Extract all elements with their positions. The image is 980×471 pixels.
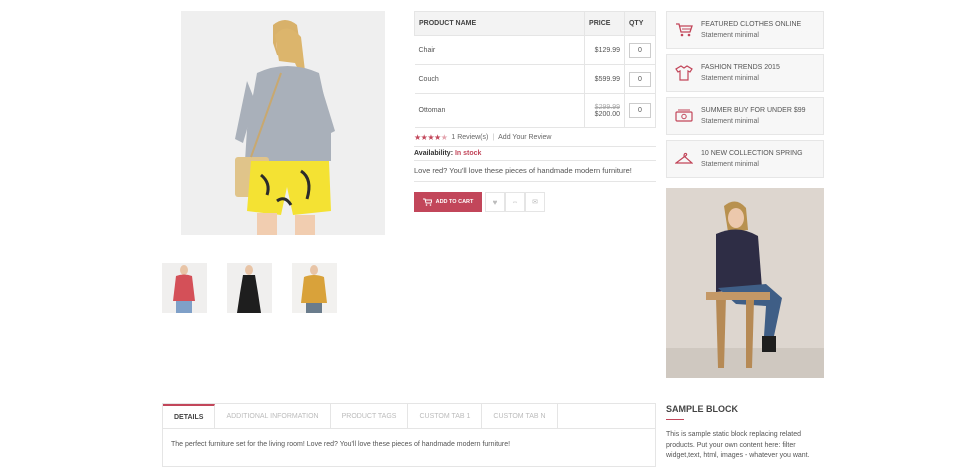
thumbnail-mustard-sweater[interactable] (292, 263, 337, 313)
table-row: Chair $129.99 (414, 35, 657, 65)
feature-block[interactable]: SUMMER BUY FOR UNDER $99 Statement minim… (666, 97, 824, 135)
main-product-image[interactable] (181, 11, 385, 235)
divider (414, 146, 656, 147)
compare-icon: ⇔ (511, 198, 519, 206)
tab-product-tags[interactable]: PRODUCT TAGS (331, 404, 409, 428)
qty-input[interactable] (628, 42, 651, 58)
divider (414, 160, 656, 161)
sample-block-text: This is sample static block replacing re… (666, 431, 810, 459)
qty-input[interactable] (628, 103, 651, 118)
product-tabs: DETAILS ADDITIONAL INFORMATION PRODUCT T… (162, 403, 656, 467)
feature-block[interactable]: FASHION TRENDS 2015 Statement minimal (666, 54, 824, 92)
sample-block-title: SAMPLE BLOCK (666, 404, 738, 414)
rating-summary: ★★★★★ 1 Review(s) | Add Your Review (414, 133, 551, 142)
tab-content: The perfect furniture set for the living… (171, 441, 511, 448)
tab-additional-information[interactable]: ADDITIONAL INFORMATION (215, 404, 331, 428)
availability: Availability: In stock (414, 150, 481, 157)
wishlist-button[interactable]: ♥ (485, 192, 505, 212)
feature-subtitle: Statement minimal (701, 32, 759, 39)
cart-icon (676, 23, 693, 37)
money-icon (675, 109, 693, 122)
product-name: Ottoman (414, 93, 585, 128)
star-rating-icon: ★★★★★ (414, 133, 448, 142)
add-to-cart-button[interactable]: ADD TO CART (414, 192, 482, 212)
feature-block[interactable]: 10 NEW COLLECTION SPRING Statement minim… (666, 140, 824, 178)
table-row: Ottoman $299.99 $200.00 (414, 93, 657, 128)
tab-custom-tab-1[interactable]: CUSTOM TAB 1 (408, 404, 483, 428)
divider (414, 181, 656, 182)
feature-subtitle: Statement minimal (701, 118, 759, 125)
short-description: Love red? You'll love these pieces of ha… (414, 166, 632, 175)
feature-subtitle: Statement minimal (701, 75, 759, 82)
product-name: Couch (414, 64, 585, 94)
compare-button[interactable]: ⇔ (505, 192, 525, 212)
email-button[interactable]: ✉ (525, 192, 545, 212)
cart-icon (422, 198, 432, 206)
feature-title: FASHION TRENDS 2015 (701, 64, 780, 71)
old-price: $299.99 (594, 103, 620, 111)
product-price: $129.99 (584, 35, 625, 65)
sidebar-promo-image[interactable] (666, 188, 824, 378)
tab-details[interactable]: DETAILS (163, 404, 216, 428)
feature-title: 10 NEW COLLECTION SPRING (701, 150, 803, 157)
title-underline (666, 419, 684, 420)
feature-subtitle: Statement minimal (701, 161, 759, 168)
shirt-icon (675, 65, 693, 81)
availability-label: Availability: (414, 150, 454, 157)
separator: | (492, 134, 495, 141)
column-header-product-name: PRODUCT NAME (413, 11, 586, 36)
column-header-price: PRICE (584, 11, 625, 36)
add-to-cart-label: ADD TO CART (435, 199, 474, 205)
product-price: $599.99 (584, 64, 625, 94)
thumbnail-black-dress[interactable] (227, 263, 272, 313)
email-icon: ✉ (532, 199, 538, 206)
feature-title: SUMMER BUY FOR UNDER $99 (701, 107, 806, 114)
feature-title: FEATURED CLOTHES ONLINE (701, 21, 802, 28)
hanger-icon (675, 152, 693, 164)
feature-block[interactable]: FEATURED CLOTHES ONLINE Statement minima… (666, 11, 824, 49)
grouped-product-table: PRODUCT NAME PRICE QTY Chair $129.99 Cou… (413, 11, 657, 128)
qty-input[interactable] (628, 71, 651, 87)
heart-icon: ♥ (492, 197, 498, 207)
tab-custom-tab-n[interactable]: CUSTOM TAB N (482, 404, 558, 428)
column-header-qty: QTY (623, 11, 657, 36)
thumbnail-red-sweater[interactable] (162, 263, 207, 313)
product-name: Chair (414, 35, 585, 65)
stock-status: In stock (454, 150, 482, 157)
tab-bar: DETAILS ADDITIONAL INFORMATION PRODUCT T… (163, 404, 655, 429)
table-row: Couch $599.99 (414, 64, 657, 94)
reviews-link[interactable]: 1 Review(s) (451, 134, 488, 141)
add-review-link[interactable]: Add Your Review (498, 134, 551, 141)
product-price: $200.00 (594, 110, 620, 118)
